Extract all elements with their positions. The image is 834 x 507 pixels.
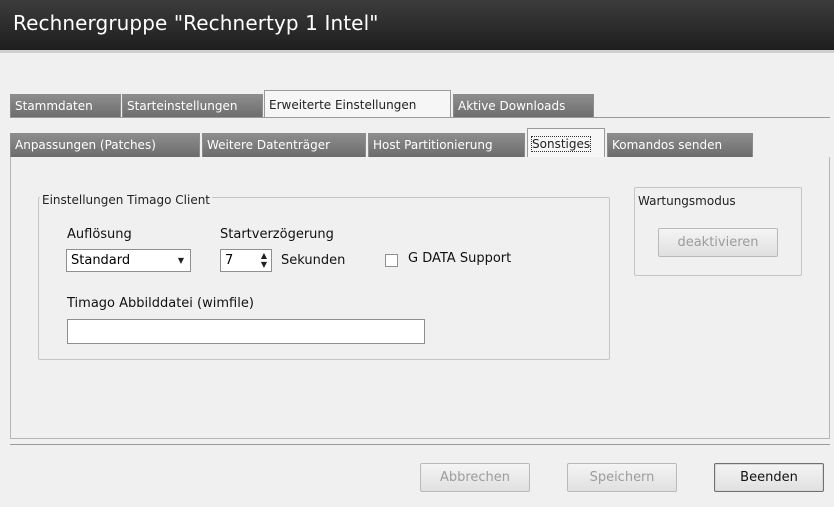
resolution-select[interactable]: Standard ▼ [66,249,191,272]
tab-starteinstellungen[interactable]: Starteinstellungen [122,94,263,118]
tab-anpassungen-patches[interactable]: Anpassungen (Patches) [10,133,200,157]
wimfile-label: Timago Abbilddatei (wimfile) [67,296,254,311]
start-delay-unit: Sekunden [281,253,346,268]
footer-separator [10,444,830,445]
deactivate-button[interactable]: deaktivieren [658,228,778,257]
tab-erweiterte-einstellungen[interactable]: Erweiterte Einstellungen [264,90,451,118]
start-delay-label: Startverzögerung [220,227,334,242]
tabs-row1-baseline [10,117,830,118]
gdata-support-label: G DATA Support [408,251,512,266]
cancel-button[interactable]: Abbrechen [420,463,530,492]
title-separator [0,50,834,53]
client-settings-group-title: Einstellungen Timago Client [40,193,213,207]
tab-stammdaten[interactable]: Stammdaten [10,94,121,118]
chevron-down-icon: ▼ [177,256,184,265]
window-title: Rechnergruppe "Rechnertyp 1 Intel" [13,11,379,35]
tab-host-partitionierung[interactable]: Host Partitionierung [368,133,525,157]
title-bar[interactable]: Rechnergruppe "Rechnertyp 1 Intel" [0,0,834,50]
save-button[interactable]: Speichern [567,463,677,492]
tab-sonstiges[interactable]: Sonstiges [527,128,605,158]
start-delay-spinner[interactable]: 7 ▲ ▼ [220,249,272,272]
spin-down-icon[interactable]: ▼ [261,260,267,269]
resolution-value: Standard [71,253,131,268]
start-delay-value: 7 [225,253,234,268]
close-button[interactable]: Beenden [714,463,824,492]
tab-aktive-downloads[interactable]: Aktive Downloads [453,94,594,118]
resolution-label: Auflösung [67,227,132,242]
dialog-window: Rechnergruppe "Rechnertyp 1 Intel" Stamm… [0,0,834,507]
maintenance-group-title: Wartungsmodus [636,194,738,208]
spin-up-icon[interactable]: ▲ [261,251,267,260]
gdata-support-checkbox[interactable] [385,254,398,267]
tab-weitere-datentraeger[interactable]: Weitere Datenträger [202,133,366,157]
tab-komandos-senden[interactable]: Komandos senden [607,133,753,157]
wimfile-input[interactable] [67,319,425,344]
tab-panel-sonstiges: Einstellungen Timago Client Auflösung St… [10,157,830,439]
